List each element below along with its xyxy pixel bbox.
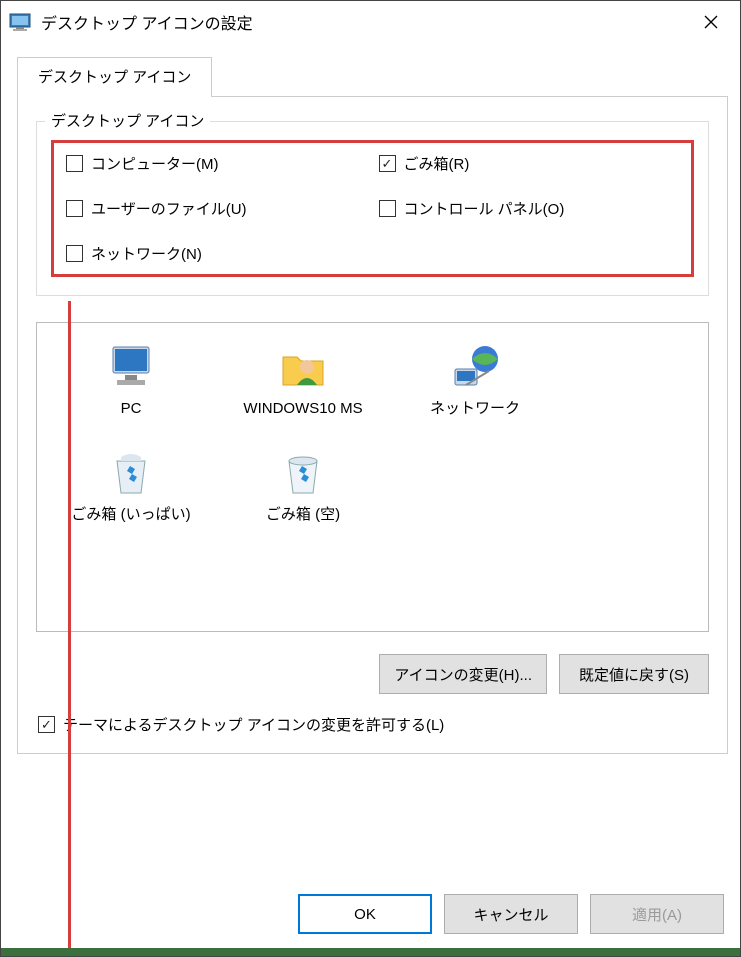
- group-label: デスクトップ アイコン: [45, 110, 210, 131]
- close-button[interactable]: [686, 3, 736, 41]
- preview-item-recycle-empty[interactable]: ごみ箱 (空): [243, 447, 363, 525]
- checkbox-label: テーマによるデスクトップ アイコンの変更を許可する(L): [63, 714, 444, 735]
- checkbox-label: ユーザーのファイル(U): [91, 198, 247, 219]
- checkbox-label: コントロール パネル(O): [404, 198, 565, 219]
- user-folder-icon: [277, 341, 329, 393]
- dialog-button-row: OK キャンセル 適用(A): [298, 894, 724, 934]
- checkbox-icon: [66, 245, 83, 262]
- checkbox-icon: [66, 200, 83, 217]
- pc-icon: [105, 341, 157, 393]
- checkbox-icon: [379, 200, 396, 217]
- titlebar: デスクトップ アイコンの設定: [1, 1, 740, 43]
- icon-buttons-row: アイコンの変更(H)... 既定値に戻す(S): [36, 654, 709, 694]
- preview-label: ごみ箱 (いっぱい): [71, 505, 190, 525]
- preview-item-pc[interactable]: PC: [71, 341, 191, 419]
- desktop-icons-group: デスクトップ アイコン コンピューター(M) ごみ箱(R) ユーザーのファイル(…: [36, 121, 709, 296]
- checkbox-network[interactable]: ネットワーク(N): [60, 243, 373, 264]
- app-icon: [9, 11, 31, 33]
- checkbox-controlpanel[interactable]: コントロール パネル(O): [373, 198, 686, 219]
- preview-label: PC: [121, 399, 142, 419]
- annotation-highlight-box: コンピューター(M) ごみ箱(R) ユーザーのファイル(U) コントロール パネ…: [51, 140, 694, 277]
- change-icon-button[interactable]: アイコンの変更(H)...: [379, 654, 547, 694]
- checkbox-computer[interactable]: コンピューター(M): [60, 153, 373, 174]
- ok-button[interactable]: OK: [298, 894, 432, 934]
- checkbox-icon: [66, 155, 83, 172]
- network-icon: [449, 341, 501, 393]
- preview-item-user[interactable]: WINDOWS10 MS: [243, 341, 363, 419]
- checkbox-label: ネットワーク(N): [91, 243, 202, 264]
- preview-item-network[interactable]: ネットワーク: [415, 341, 535, 419]
- close-icon: [704, 15, 718, 29]
- preview-label: WINDOWS10 MS: [243, 399, 362, 419]
- window-title: デスクトップ アイコンの設定: [41, 10, 686, 34]
- recycle-bin-full-icon: [105, 447, 157, 499]
- annotation-callout-line: [68, 301, 71, 951]
- tab-content: デスクトップ アイコン コンピューター(M) ごみ箱(R) ユーザーのファイル(…: [17, 97, 728, 754]
- tabstrip: デスクトップ アイコン: [17, 57, 728, 97]
- preview-label: ネットワーク: [430, 399, 520, 419]
- checkbox-userfiles[interactable]: ユーザーのファイル(U): [60, 198, 373, 219]
- bottom-accent-bar: [1, 948, 740, 956]
- restore-default-button[interactable]: 既定値に戻す(S): [559, 654, 709, 694]
- checkbox-recyclebin[interactable]: ごみ箱(R): [373, 153, 686, 174]
- checkbox-icon: [379, 155, 396, 172]
- checkbox-label: ごみ箱(R): [404, 153, 470, 174]
- preview-item-recycle-full[interactable]: ごみ箱 (いっぱい): [71, 447, 191, 525]
- checkbox-label: コンピューター(M): [91, 153, 219, 174]
- apply-button[interactable]: 適用(A): [590, 894, 724, 934]
- preview-label: ごみ箱 (空): [266, 505, 340, 525]
- recycle-bin-empty-icon: [277, 447, 329, 499]
- tab-desktop-icons[interactable]: デスクトップ アイコン: [17, 57, 212, 97]
- allow-theme-change-checkbox[interactable]: テーマによるデスクトップ アイコンの変更を許可する(L): [36, 714, 709, 735]
- cancel-button[interactable]: キャンセル: [444, 894, 578, 934]
- icon-preview-box: PC WINDOWS10 MS: [36, 322, 709, 632]
- checkbox-icon: [38, 716, 55, 733]
